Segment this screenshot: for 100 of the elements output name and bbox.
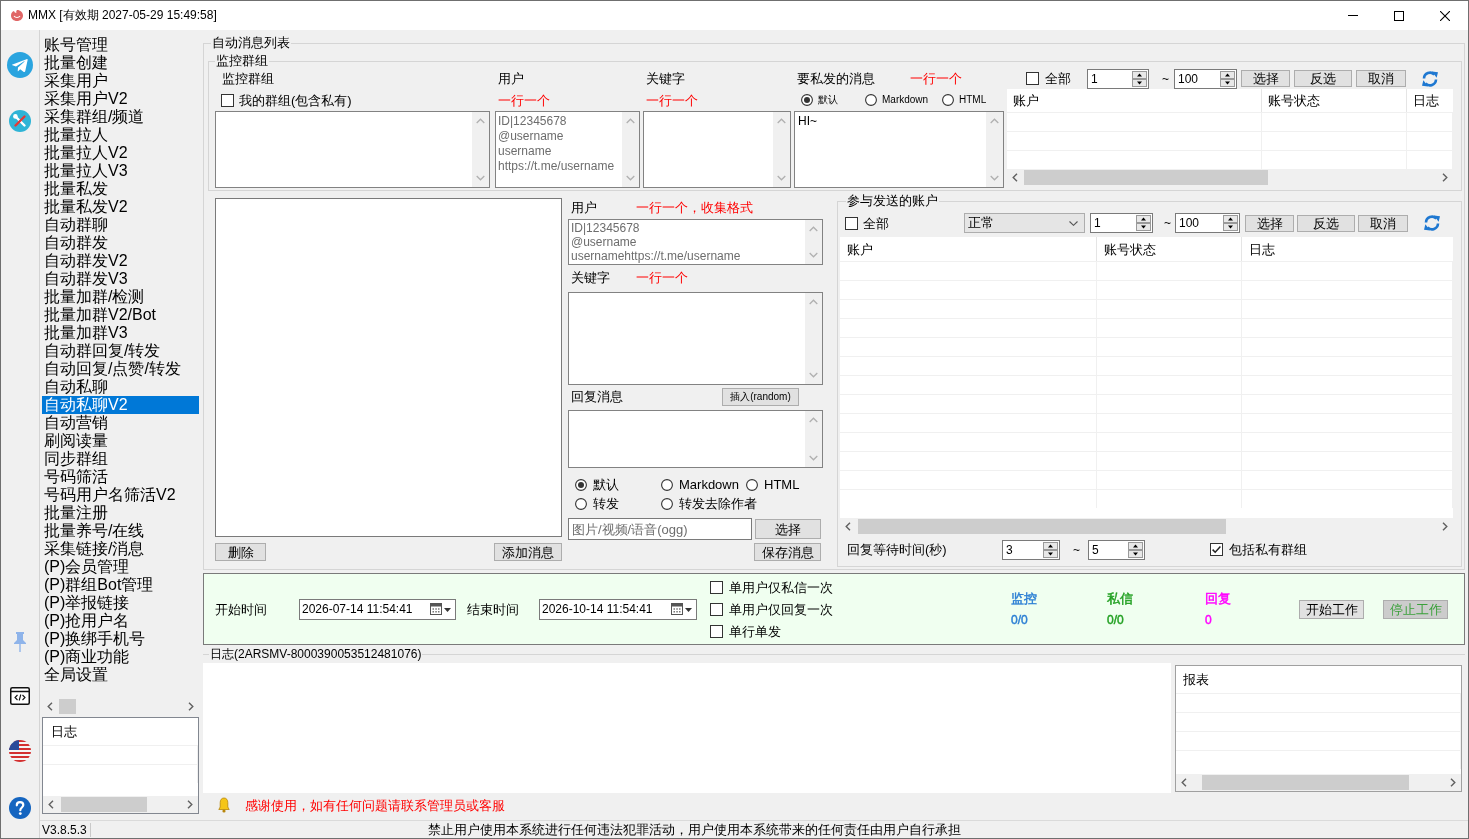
checkbox[interactable] — [710, 624, 723, 638]
sidebar-item[interactable]: 批量拉人V2 — [42, 144, 130, 162]
close-icon[interactable] — [1440, 10, 1450, 21]
scrollbar-thumb[interactable] — [858, 519, 1226, 534]
column-header[interactable]: 账号状态 — [1104, 240, 1156, 258]
radio-button[interactable] — [575, 497, 587, 510]
sidebar-item[interactable]: 自动私聊V2 — [42, 396, 199, 414]
paper-plane-icon[interactable] — [7, 52, 33, 78]
chevron-left-icon[interactable] — [1012, 173, 1018, 182]
checkbox[interactable] — [710, 602, 723, 616]
scrollbar-thumb[interactable] — [1202, 775, 1409, 790]
sidebar-item[interactable]: 批量私发 — [42, 180, 110, 198]
checkbox[interactable] — [1026, 72, 1039, 85]
horizontal-scrollbar[interactable] — [1176, 774, 1461, 791]
spin-arrows-icon[interactable] — [1220, 70, 1235, 87]
column-header[interactable]: 账号状态 — [1268, 92, 1320, 109]
sidebar-item[interactable]: 同步群组 — [42, 450, 110, 468]
text-area[interactable] — [568, 410, 823, 468]
caret-down-icon[interactable] — [685, 607, 692, 612]
sidebar-item[interactable]: (P)群组Bot管理 — [42, 576, 156, 594]
save-message-button[interactable]: 保存消息 — [754, 543, 821, 561]
sidebar-item[interactable]: 批量拉人V3 — [42, 162, 130, 180]
scrollbar-thumb[interactable] — [61, 797, 147, 812]
chevron-left-icon[interactable] — [845, 522, 851, 531]
select-button[interactable]: 选择 — [1245, 214, 1294, 232]
text-area[interactable]: ID|12345678 @username usernamehttps://t.me/username — [568, 219, 823, 265]
sidebar-item[interactable]: 采集用户 — [42, 72, 110, 90]
horizontal-scrollbar[interactable] — [840, 518, 1453, 535]
sidebar-item[interactable]: 自动私聊 — [42, 378, 110, 396]
scrollbar-thumb[interactable] — [1024, 170, 1268, 185]
sidebar-item[interactable]: 全局设置 — [42, 666, 110, 684]
checkbox[interactable] — [845, 216, 858, 230]
sidebar-item[interactable]: 批量加群/检测 — [42, 288, 147, 306]
delete-button[interactable]: 删除 — [215, 543, 266, 561]
invert-selection-button[interactable]: 反选 — [1294, 70, 1352, 87]
sidebar-item[interactable]: 自动群发V3 — [42, 270, 130, 288]
sidebar-item[interactable]: 批量私发V2 — [42, 198, 130, 216]
calendar-icon[interactable] — [430, 602, 442, 615]
start-button[interactable]: 开始工作 — [1299, 599, 1364, 619]
sidebar-item[interactable]: 自动营销 — [42, 414, 110, 432]
sidebar-item[interactable]: 采集链接/消息 — [42, 540, 147, 558]
horizontal-scrollbar[interactable] — [1007, 169, 1453, 186]
cancel-button[interactable]: 取消 — [1356, 70, 1406, 87]
column-header[interactable]: 账户 — [847, 240, 873, 258]
horizontal-scrollbar[interactable] — [43, 796, 198, 813]
browse-button[interactable]: 选择 — [755, 519, 821, 539]
cancel-button[interactable]: 取消 — [1358, 214, 1408, 232]
sidebar-item[interactable]: (P)换绑手机号 — [42, 630, 148, 648]
chevron-right-icon[interactable] — [187, 800, 193, 809]
code-window-icon[interactable] — [10, 687, 30, 705]
invert-selection-button[interactable]: 反选 — [1297, 214, 1355, 232]
radio-button[interactable] — [575, 478, 587, 491]
sidebar-item[interactable]: (P)抢用户名 — [42, 612, 132, 630]
spin-arrows-icon[interactable] — [1132, 70, 1147, 87]
text-area[interactable]: HI~ — [794, 111, 1004, 188]
sidebar-item[interactable]: (P)举报链接 — [42, 594, 132, 612]
sidebar-item[interactable]: 号码筛活 — [42, 468, 110, 486]
column-header[interactable]: 日志 — [1249, 240, 1275, 258]
column-header[interactable]: 日志 — [51, 723, 77, 740]
checkbox[interactable] — [1210, 543, 1223, 556]
sidebar-item[interactable]: 账号管理 — [42, 36, 110, 54]
sidebar-item[interactable]: 批量创建 — [42, 54, 110, 72]
calendar-icon[interactable] — [671, 602, 683, 615]
radio-button[interactable] — [942, 94, 954, 106]
radio-button[interactable] — [865, 94, 877, 106]
radio-button[interactable] — [801, 94, 813, 106]
sidebar-item[interactable]: 自动群聊 — [42, 216, 110, 234]
checkbox[interactable] — [221, 93, 234, 107]
sidebar-item[interactable]: 自动群发 — [42, 234, 110, 252]
help-icon[interactable] — [9, 797, 31, 819]
date-field[interactable]: 2026-07-14 11:54:41 — [299, 598, 456, 620]
sidebar-item[interactable]: 刷阅读量 — [42, 432, 110, 450]
sidebar-item[interactable]: 自动回复/点赞/转发 — [42, 360, 183, 378]
add-message-button[interactable]: 添加消息 — [494, 543, 562, 561]
spin-arrows-icon[interactable] — [1136, 215, 1151, 231]
tools-icon[interactable] — [9, 110, 31, 132]
spin-arrows-icon[interactable] — [1043, 541, 1058, 558]
spin-arrows-icon[interactable] — [1128, 541, 1143, 558]
text-area[interactable] — [215, 111, 490, 188]
text-area[interactable] — [568, 292, 823, 385]
sidebar-item[interactable]: 批量养号/在线 — [42, 522, 147, 540]
date-field[interactable]: 2026-10-14 11:54:41 — [539, 598, 697, 620]
insert-random-button[interactable]: 插入(random) — [722, 387, 799, 406]
sidebar-item[interactable]: 批量加群V2/Bot — [42, 306, 159, 324]
file-path-field[interactable]: 图片/视频/语音(ogg) — [568, 518, 752, 540]
radio-button[interactable] — [661, 478, 673, 491]
select-button[interactable]: 选择 — [1241, 70, 1290, 87]
column-header[interactable]: 账户 — [1013, 92, 1039, 109]
caret-down-icon[interactable] — [444, 607, 451, 612]
chevron-down-icon[interactable] — [1069, 220, 1078, 226]
sidebar-item[interactable]: 自动群回复/转发 — [42, 342, 163, 360]
chevron-left-icon[interactable] — [1181, 778, 1187, 787]
sidebar-item[interactable]: 采集用户V2 — [42, 90, 130, 108]
sidebar-item[interactable]: 自动群发V2 — [42, 252, 130, 270]
chevron-right-icon[interactable] — [1450, 778, 1456, 787]
sidebar-item[interactable]: 批量注册 — [42, 504, 110, 522]
radio-button[interactable] — [746, 478, 758, 491]
sidebar-item[interactable]: (P)会员管理 — [42, 558, 132, 576]
column-header[interactable]: 日志 — [1413, 92, 1439, 109]
chevron-right-icon[interactable] — [1442, 522, 1448, 531]
